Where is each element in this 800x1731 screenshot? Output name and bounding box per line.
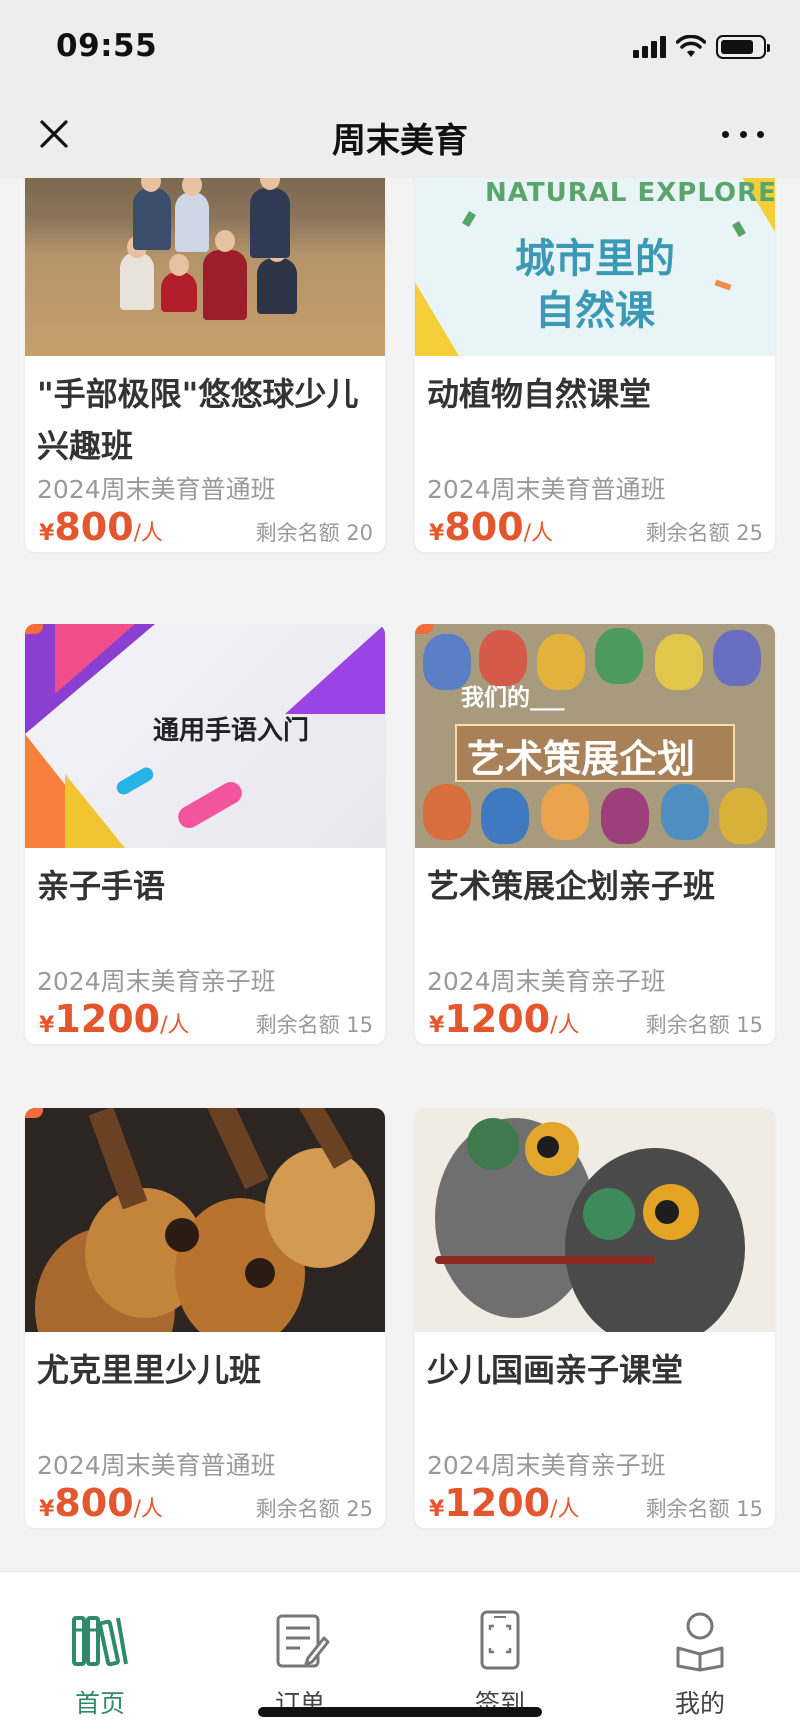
course-price: ¥1200/人 bbox=[429, 1481, 580, 1525]
course-card[interactable]: 通用手语入门 亲子手语 2024周末美育亲子班 ¥1200/人 剩余名额 15 bbox=[25, 624, 385, 1044]
user-icon bbox=[676, 1612, 724, 1672]
course-image bbox=[25, 178, 385, 356]
wifi-icon bbox=[676, 35, 706, 57]
signal-icon bbox=[633, 36, 666, 58]
course-title: 少儿国画亲子课堂 bbox=[427, 1351, 684, 1389]
status-icons bbox=[633, 34, 770, 60]
course-image: NATURAL EXPLORE 城市里的 自然课 bbox=[415, 178, 775, 356]
course-title: "手部极限"悠悠球少儿兴趣班 bbox=[37, 375, 359, 465]
course-image bbox=[415, 1108, 775, 1332]
course-card[interactable]: 我们的___ 艺术策展企划 艺术策展企划亲子班 2024周末美育亲子班 ¥120… bbox=[415, 624, 775, 1044]
course-price: ¥800/人 bbox=[39, 505, 164, 549]
course-quota: 剩余名额 25 bbox=[255, 1497, 373, 1521]
books-icon bbox=[72, 1616, 128, 1667]
tab-mine[interactable]: 我的 bbox=[600, 1572, 800, 1731]
course-quota: 剩余名额 15 bbox=[255, 1013, 373, 1037]
course-subtitle: 2024周末美育普通班 bbox=[427, 475, 666, 504]
course-image: 我们的___ 艺术策展企划 bbox=[415, 624, 775, 848]
course-price: ¥1200/人 bbox=[429, 997, 580, 1041]
course-card[interactable]: 少儿国画亲子课堂 2024周末美育亲子班 ¥1200/人 剩余名额 15 bbox=[415, 1108, 775, 1528]
course-quota: 剩余名额 20 bbox=[255, 521, 373, 545]
course-quota: 剩余名额 15 bbox=[645, 1497, 763, 1521]
course-title: 亲子手语 bbox=[37, 867, 166, 905]
top-header: 09:55 周末美育 bbox=[0, 0, 800, 178]
course-card[interactable]: NATURAL EXPLORE 城市里的 自然课 动植物自然课堂 2024周末美… bbox=[415, 178, 775, 552]
status-time: 09:55 bbox=[56, 28, 158, 64]
course-subtitle: 2024周末美育普通班 bbox=[37, 475, 276, 504]
course-price: ¥800/人 bbox=[39, 1481, 164, 1525]
course-quota: 剩余名额 15 bbox=[645, 1013, 763, 1037]
course-title: 艺术策展企划亲子班 bbox=[427, 867, 716, 905]
course-title: 动植物自然课堂 bbox=[427, 375, 652, 413]
course-image bbox=[25, 1108, 385, 1332]
course-card[interactable]: "手部极限"悠悠球少儿兴趣班 2024周末美育普通班 ¥800/人 剩余名额 2… bbox=[25, 178, 385, 552]
scan-phone-icon bbox=[480, 1610, 520, 1670]
page-title: 周末美育 bbox=[332, 121, 468, 161]
tab-label: 我的 bbox=[674, 1689, 725, 1718]
battery-icon bbox=[716, 35, 770, 59]
course-subtitle: 2024周末美育亲子班 bbox=[427, 967, 666, 996]
order-icon bbox=[276, 1614, 330, 1668]
tab-label: 首页 bbox=[74, 1689, 125, 1718]
course-grid: "手部极限"悠悠球少儿兴趣班 2024周末美育普通班 ¥800/人 剩余名额 2… bbox=[0, 178, 800, 1571]
course-price: ¥800/人 bbox=[429, 505, 554, 549]
course-subtitle: 2024周末美育亲子班 bbox=[37, 967, 276, 996]
course-subtitle: 2024周末美育亲子班 bbox=[427, 1451, 666, 1480]
more-options-icon[interactable] bbox=[722, 122, 764, 146]
tab-home[interactable]: 首页 bbox=[0, 1572, 200, 1731]
course-quota: 剩余名额 25 bbox=[645, 521, 763, 545]
home-indicator bbox=[258, 1707, 542, 1717]
course-price: ¥1200/人 bbox=[39, 997, 190, 1041]
course-image: 通用手语入门 bbox=[25, 624, 385, 848]
course-subtitle: 2024周末美育普通班 bbox=[37, 1451, 276, 1480]
course-title: 尤克里里少儿班 bbox=[37, 1351, 262, 1389]
course-card[interactable]: 尤克里里少儿班 2024周末美育普通班 ¥800/人 剩余名额 25 bbox=[25, 1108, 385, 1528]
